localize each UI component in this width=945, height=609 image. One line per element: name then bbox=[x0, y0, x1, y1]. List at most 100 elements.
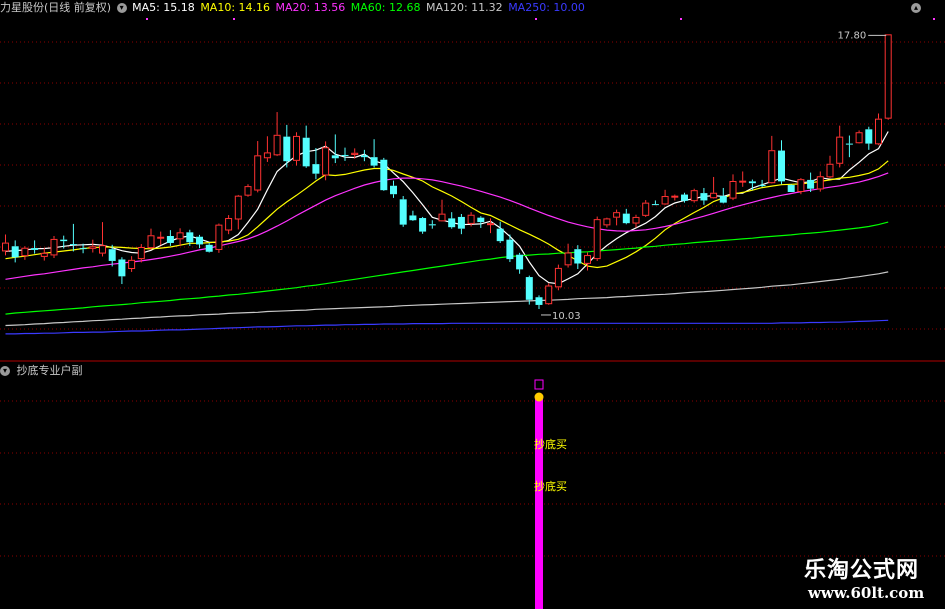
candle-body-up bbox=[710, 192, 718, 199]
signal-dot bbox=[534, 392, 544, 402]
candle-body-down bbox=[807, 179, 815, 189]
candle-body-down bbox=[341, 154, 349, 156]
candle-body-up bbox=[797, 179, 805, 193]
high-price-label: 17.80 bbox=[838, 30, 867, 41]
candle-body-down bbox=[845, 143, 853, 145]
candle-body-up bbox=[147, 235, 155, 249]
watermark-logo-text: 乐淘公式网 bbox=[804, 557, 920, 583]
candle-body-up bbox=[351, 152, 359, 155]
candle-body-down bbox=[787, 185, 795, 192]
candle-body-up bbox=[225, 218, 233, 231]
candle-body-up bbox=[254, 155, 262, 191]
signal-tick bbox=[233, 18, 235, 20]
candle-body-up bbox=[263, 152, 271, 159]
signal-tick bbox=[535, 18, 537, 20]
candle-body-up bbox=[729, 181, 737, 199]
candle-body-down bbox=[186, 232, 194, 243]
candle-body-up bbox=[690, 190, 698, 202]
candle-body-up bbox=[826, 163, 834, 178]
candle-body-down bbox=[865, 129, 873, 144]
candle-body-down bbox=[196, 236, 203, 245]
candle-body-up bbox=[875, 118, 882, 145]
candle-body-down bbox=[380, 159, 388, 191]
candle-body-up bbox=[554, 267, 562, 288]
candle-body-up bbox=[322, 147, 330, 176]
candle-body-down bbox=[457, 216, 465, 229]
candle-body-down bbox=[205, 244, 213, 252]
candle-body-up bbox=[21, 247, 29, 257]
candle-body-down bbox=[409, 215, 417, 221]
signal-label-buy: 抄底买 bbox=[534, 480, 567, 493]
candle-body-down bbox=[60, 239, 68, 242]
candle-body-down bbox=[477, 217, 485, 223]
candle-body-up bbox=[632, 216, 640, 224]
candle-body-down bbox=[681, 194, 688, 201]
candle-body-down bbox=[31, 248, 39, 250]
candle-body-down bbox=[166, 236, 174, 243]
candle-body-up bbox=[816, 176, 824, 190]
candle-body-down bbox=[506, 239, 514, 260]
watermark-url: www.60lt.com bbox=[808, 584, 925, 602]
signal-bar bbox=[535, 399, 543, 609]
candle-body-up bbox=[671, 195, 679, 198]
signal-tick bbox=[680, 18, 682, 20]
candle-body-up bbox=[50, 238, 58, 256]
ma-line-ma120 bbox=[5, 271, 889, 327]
candle-body-up bbox=[40, 252, 48, 257]
candle-body-up bbox=[855, 132, 863, 144]
ma-line-ma250 bbox=[5, 319, 889, 335]
candle-body-up bbox=[128, 259, 136, 270]
candle-body-down bbox=[283, 136, 291, 162]
candle-body-down bbox=[622, 213, 630, 224]
candle-body-down bbox=[390, 185, 397, 195]
candle-body-down bbox=[778, 150, 785, 182]
candle-body-up bbox=[234, 195, 242, 220]
candle-body-up bbox=[89, 246, 97, 249]
low-price-label: 10.03 bbox=[552, 311, 581, 322]
candle-body-up bbox=[739, 180, 747, 183]
candle-body-down bbox=[108, 249, 116, 261]
candle-body-down bbox=[419, 218, 427, 232]
candle-body-down bbox=[719, 196, 727, 203]
candle-body-down bbox=[700, 193, 708, 201]
stock-chart-window: 力星股份(日线 前复权) ▾ MA5: 15.18 MA10: 14.16 MA… bbox=[0, 0, 945, 609]
candle-body-up bbox=[564, 252, 572, 266]
candle-body-down bbox=[302, 137, 310, 167]
signal-tick bbox=[933, 18, 935, 20]
candle-body-down bbox=[651, 204, 659, 206]
candle-body-up bbox=[487, 223, 494, 226]
candle-body-up bbox=[768, 150, 776, 184]
candle-body-down bbox=[535, 297, 543, 305]
price-chart[interactable]: 17.80 10.03 bbox=[0, 0, 945, 609]
ma-line-ma60 bbox=[5, 221, 889, 315]
candle-body-up bbox=[176, 232, 184, 240]
candle-body-up bbox=[603, 218, 611, 226]
candle-body-up bbox=[836, 136, 844, 164]
candle-body-down bbox=[312, 164, 320, 174]
candle-body-down bbox=[360, 155, 368, 158]
candle-body-down bbox=[69, 244, 77, 246]
candle-body-up bbox=[661, 196, 669, 205]
candle-body-up bbox=[99, 245, 106, 254]
candle-body-down bbox=[574, 249, 582, 264]
candle-body-up bbox=[884, 34, 892, 119]
candle-body-up bbox=[215, 224, 223, 250]
candle-body-up bbox=[157, 236, 165, 239]
candle-body-up bbox=[137, 247, 145, 260]
candle-body-down bbox=[118, 259, 126, 277]
candle-body-up bbox=[2, 242, 9, 252]
signal-marker-box bbox=[534, 379, 544, 390]
candle-body-down bbox=[748, 181, 756, 184]
candle-body-up bbox=[545, 285, 553, 305]
candle-body-down bbox=[331, 155, 339, 159]
candle-body-up bbox=[613, 212, 621, 218]
candle-body-down bbox=[79, 248, 87, 250]
candle-body-down bbox=[448, 218, 456, 228]
candle-body-up bbox=[273, 134, 281, 156]
candle-body-up bbox=[438, 213, 446, 222]
candle-body-down bbox=[496, 228, 504, 242]
candle-body-up bbox=[293, 135, 300, 161]
candle-body-up bbox=[467, 214, 475, 224]
candle-body-up bbox=[244, 186, 252, 196]
candle-body-down bbox=[525, 277, 533, 300]
